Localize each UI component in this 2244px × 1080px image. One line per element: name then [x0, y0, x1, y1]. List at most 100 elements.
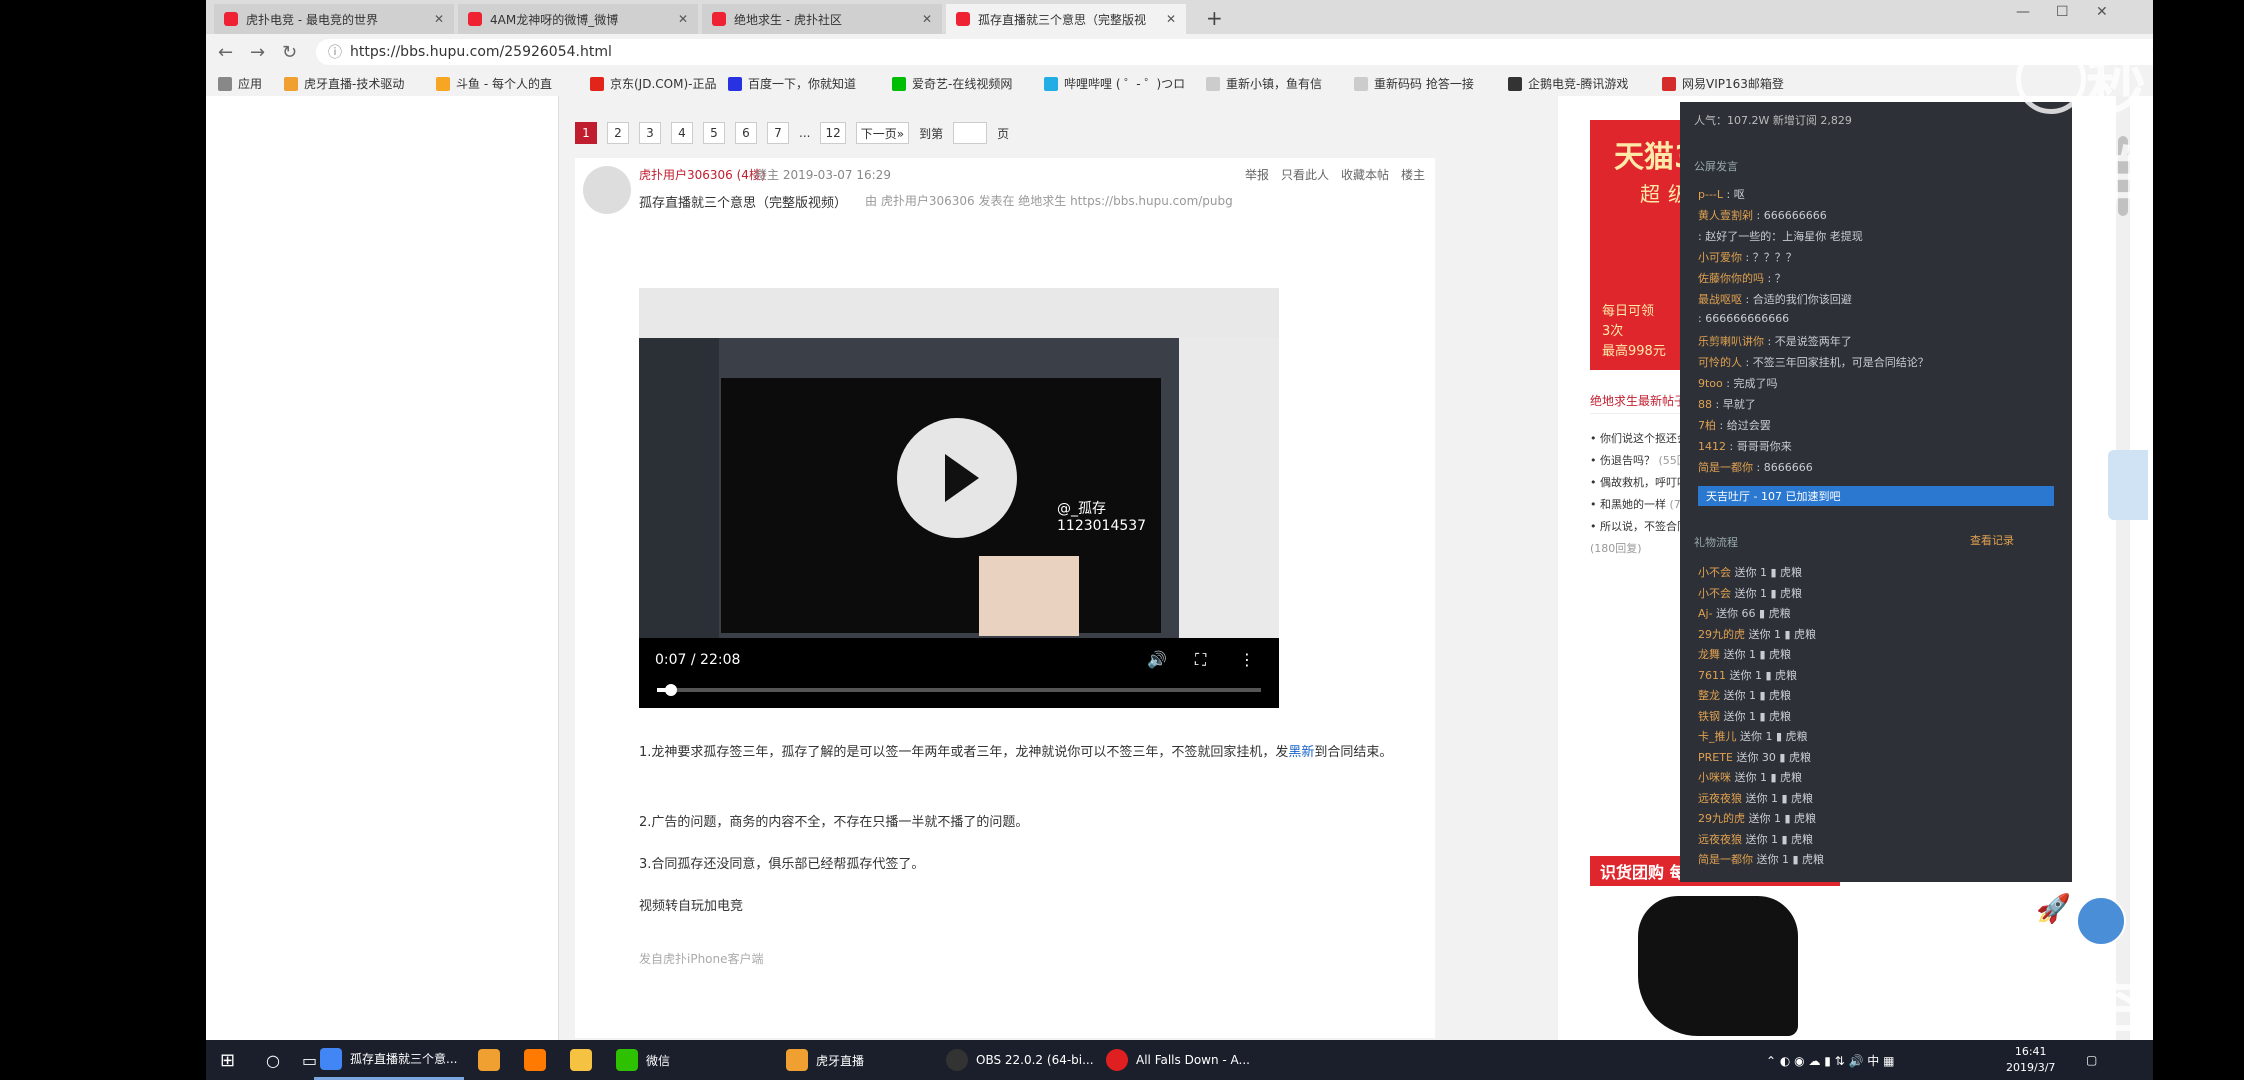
chat-username[interactable]: 可怜的人 — [1698, 356, 1742, 369]
page-link[interactable]: 12 — [820, 122, 846, 144]
chat-username[interactable]: 黄人壹割剁 — [1698, 209, 1753, 222]
page-link[interactable]: 4 — [671, 122, 693, 144]
favorite-link[interactable]: 收藏本帖 — [1341, 166, 1389, 183]
shoe-ad-image[interactable] — [1638, 896, 1798, 1036]
fullscreen-icon[interactable]: ⛶ — [1195, 650, 1206, 670]
notification-icon[interactable]: ▢ — [2086, 1040, 2097, 1080]
tab-current-post[interactable]: 孤存直播就三个意思（完整版视 ✕ — [946, 4, 1186, 34]
taskbar-music[interactable]: All Falls Down - A... — [1106, 1040, 1250, 1080]
page-link[interactable]: 7 — [767, 122, 789, 144]
taskbar-explorer[interactable] — [570, 1040, 600, 1080]
author-name[interactable]: 虎扑用户306306 (4楼) — [639, 166, 766, 183]
gift-username[interactable]: 龙舞 — [1698, 648, 1720, 661]
bookmark-apps[interactable]: 应用 — [218, 75, 262, 92]
gift-record-link[interactable]: 查看记录 — [1970, 532, 2014, 548]
page-link[interactable]: 2 — [607, 122, 629, 144]
video-player[interactable]: @_孤存 1123014537 0:07 / 22:08 🔊 ⛶ ⋮ — [639, 288, 1279, 708]
gift-username[interactable]: 整龙 — [1698, 689, 1720, 702]
close-icon[interactable]: ✕ — [678, 12, 688, 26]
chat-username[interactable]: 88 — [1698, 398, 1712, 411]
gift-username[interactable]: 铁钢 — [1698, 710, 1720, 723]
gift-username[interactable]: 卡_推儿 — [1698, 730, 1737, 743]
avatar[interactable] — [583, 166, 631, 214]
bookmark-page-2[interactable]: 重新码码 抢答一接 — [1354, 75, 1474, 92]
more-icon[interactable]: ⋮ — [1239, 650, 1255, 669]
page-scrollbar[interactable] — [2116, 96, 2130, 1040]
tray-icons[interactable]: ⌃ ◐ ◉ ☁ ▮ ⇅ 🔊 中 ▦ — [1766, 1040, 1894, 1080]
chat-username[interactable]: 佐藤你你的吗 — [1698, 272, 1764, 285]
tab-label: 虎扑电竞 - 最电竞的世界 — [246, 12, 378, 27]
report-link[interactable]: 举报 — [1245, 166, 1269, 183]
chat-username[interactable]: 1412 — [1698, 440, 1726, 453]
chat-username[interactable]: 9too — [1698, 377, 1723, 390]
bookmark-163mail[interactable]: 网易VIP163邮箱登 — [1662, 75, 1784, 92]
tab-hupu-esports[interactable]: 虎扑电竞 - 最电竞的世界 ✕ — [214, 4, 454, 34]
play-icon[interactable] — [897, 418, 1017, 538]
floating-side-button[interactable] — [2108, 450, 2148, 520]
system-clock[interactable]: 16:41 2019/3/7 — [2006, 1044, 2055, 1076]
rocket-icon[interactable]: 🚀 — [2036, 892, 2071, 925]
tab-pubg-community[interactable]: 绝地求生 - 虎扑社区 ✕ — [702, 4, 942, 34]
gift-username[interactable]: 远夜夜狼 — [1698, 792, 1742, 805]
windows-start-icon[interactable]: ⊞ — [220, 1040, 235, 1080]
page-link[interactable]: 6 — [735, 122, 757, 144]
cortana-icon[interactable]: ○ — [266, 1040, 280, 1080]
address-input[interactable]: ⓘ https://bbs.hupu.com/25926054.html ☆ — [316, 39, 2153, 65]
close-icon[interactable]: ✕ — [922, 12, 932, 26]
gift-username[interactable]: 7611 — [1698, 669, 1726, 682]
chat-username[interactable]: 简是一都你 — [1698, 461, 1753, 474]
gift-username[interactable]: PRETE — [1698, 751, 1733, 764]
video-seekbar[interactable] — [657, 684, 1261, 696]
gift-username[interactable]: 远夜夜狼 — [1698, 833, 1742, 846]
page-link[interactable]: 3 — [639, 122, 661, 144]
taskbar-obs[interactable]: OBS 22.0.2 (64-bi... — [946, 1040, 1094, 1080]
taskbar-app-1[interactable] — [478, 1040, 508, 1080]
seek-handle[interactable] — [665, 684, 677, 696]
bookmark-douyu[interactable]: 斗鱼 - 每个人的直 — [436, 75, 552, 92]
taskbar-chrome[interactable]: 孤存直播就三个意... — [314, 1040, 464, 1080]
gift-username[interactable]: Aj- — [1698, 607, 1713, 620]
close-window-button[interactable]: ✕ — [2096, 4, 2108, 20]
highlighted-message[interactable]: 天吉吐厅 - 107 已加速到吧 — [1698, 486, 2054, 506]
bookmark-huya[interactable]: 虎牙直播-技术驱动 — [284, 75, 404, 92]
chat-username[interactable]: 最战呕呕 — [1698, 293, 1742, 306]
bookmark-iqiyi[interactable]: 爱奇艺-在线视频网 — [892, 75, 1012, 92]
chat-username[interactable]: 小可爱你 — [1698, 251, 1742, 264]
reload-icon[interactable]: ↻ — [282, 42, 297, 63]
gift-username[interactable]: 小不会 — [1698, 587, 1731, 600]
minimize-button[interactable]: — — [2016, 4, 2030, 20]
page-link[interactable]: 5 — [703, 122, 725, 144]
close-icon[interactable]: ✕ — [434, 12, 444, 26]
info-icon[interactable]: ⓘ — [328, 42, 342, 62]
chat-username[interactable]: 乐剪喇叭讲你 — [1698, 335, 1764, 348]
close-icon[interactable]: ✕ — [1166, 12, 1176, 26]
user-avatar[interactable] — [2076, 896, 2126, 946]
taskbar-huya[interactable]: 虎牙直播 — [786, 1040, 864, 1080]
bookmark-egame[interactable]: 企鹅电竞-腾讯游戏 — [1508, 75, 1628, 92]
volume-icon[interactable]: 🔊 — [1147, 650, 1167, 669]
bookmark-jd[interactable]: 京东(JD.COM)-正品 — [590, 75, 716, 92]
back-icon[interactable]: ← — [218, 42, 233, 63]
forward-icon[interactable]: → — [250, 42, 265, 63]
taskbar-wechat[interactable]: 微信 — [616, 1040, 670, 1080]
bookmark-bilibili[interactable]: 哔哩哔哩 ( ゜- ゜)つロ — [1044, 75, 1185, 92]
gift-username[interactable]: 简是一都你 — [1698, 853, 1753, 866]
bookmark-page-1[interactable]: 重新小镇，鱼有信 — [1206, 75, 1322, 92]
owner-link[interactable]: 楼主 — [1401, 166, 1425, 183]
only-author-link[interactable]: 只看此人 — [1281, 166, 1329, 183]
tab-weibo[interactable]: 4AM龙神呀的微博_微博 ✕ — [458, 4, 698, 34]
next-page-button[interactable]: 下一页» — [855, 122, 910, 144]
maximize-button[interactable]: ☐ — [2056, 4, 2069, 20]
taskbar-app-2[interactable] — [524, 1040, 554, 1080]
gift-username[interactable]: 29九的虎 — [1698, 628, 1745, 641]
new-tab-button[interactable]: + — [1206, 6, 1223, 30]
gift-username[interactable]: 小咪咪 — [1698, 771, 1731, 784]
chat-username[interactable]: 7柏 — [1698, 419, 1716, 432]
page-link[interactable]: 1 — [575, 122, 597, 144]
jump-input[interactable] — [953, 122, 988, 144]
gift-username[interactable]: 29九的虎 — [1698, 812, 1745, 825]
bookmark-baidu[interactable]: 百度一下，你就知道 — [728, 75, 856, 92]
inline-link[interactable]: 黑新 — [1288, 745, 1314, 760]
gift-username[interactable]: 小不会 — [1698, 566, 1731, 579]
chat-username[interactable]: p---L — [1698, 188, 1723, 201]
